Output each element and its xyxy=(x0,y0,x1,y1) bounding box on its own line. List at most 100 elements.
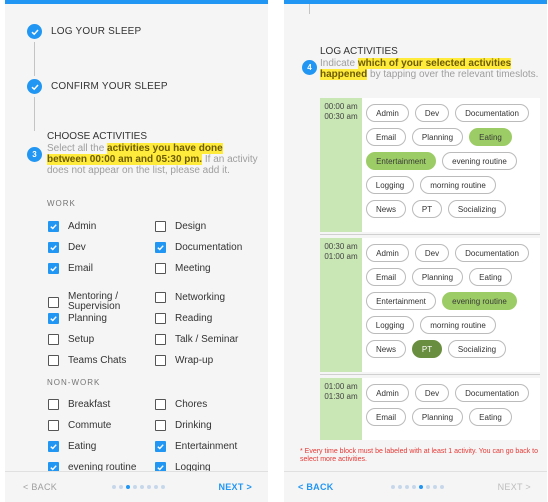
checkbox-checked-icon[interactable] xyxy=(48,441,59,452)
activity-checkbox-item[interactable]: Networking xyxy=(155,292,225,303)
activity-chip[interactable]: News xyxy=(366,340,406,358)
work-section-label: WORK xyxy=(47,199,76,208)
checkbox-unchecked-icon[interactable] xyxy=(155,355,166,366)
timeslot-start-time: 00:00 am xyxy=(324,102,358,111)
activity-chip[interactable]: Planning xyxy=(412,128,463,146)
activity-chip[interactable]: Socializing xyxy=(448,340,506,358)
timeslot-time-column: 01:00 am 01:30 am xyxy=(320,378,362,440)
activity-checkbox-item[interactable]: Wrap-up xyxy=(155,355,213,366)
instruction-text: Indicate xyxy=(320,58,358,69)
activity-chip[interactable]: morning routine xyxy=(420,176,496,194)
choose-activities-screen: LOG YOUR SLEEP CONFIRM YOUR SLEEP CHOOSE… xyxy=(5,0,268,502)
activity-chip[interactable]: morning routine xyxy=(420,316,496,334)
activity-checkbox-item[interactable]: Planning xyxy=(48,313,107,324)
back-button[interactable]: < BACK xyxy=(23,482,57,492)
activity-chip[interactable]: Email xyxy=(366,128,406,146)
checkbox-unchecked-icon[interactable] xyxy=(155,221,166,232)
checkbox-unchecked-icon[interactable] xyxy=(155,313,166,324)
checkbox-unchecked-icon[interactable] xyxy=(155,399,166,410)
activity-checkbox-item[interactable]: Commute xyxy=(48,420,111,431)
activity-checkbox-item[interactable]: Dev xyxy=(48,242,86,253)
activity-chip[interactable]: Email xyxy=(366,408,406,426)
checkbox-checked-icon[interactable] xyxy=(155,242,166,253)
progress-dot xyxy=(405,485,409,489)
checkbox-label: Talk / Seminar xyxy=(175,333,239,345)
activity-checkbox-item[interactable]: Setup xyxy=(48,334,94,345)
activity-chip[interactable]: Logging xyxy=(366,176,414,194)
activity-chip[interactable]: Documentation xyxy=(455,104,529,122)
checkbox-checked-icon[interactable] xyxy=(48,263,59,274)
checkbox-unchecked-icon[interactable] xyxy=(48,399,59,410)
activity-checkbox-item[interactable]: Entertainment xyxy=(155,441,237,452)
activity-checkbox-item[interactable]: Design xyxy=(155,221,206,232)
activity-chip[interactable]: Admin xyxy=(366,384,409,402)
checkbox-label: Mentoring / Supervision xyxy=(68,291,121,312)
activity-chip[interactable]: Entertainment xyxy=(366,152,436,170)
activity-chip[interactable]: Planning xyxy=(412,268,463,286)
checkbox-label: Email xyxy=(68,262,94,274)
activity-chip[interactable]: Logging xyxy=(366,316,414,334)
next-button[interactable]: NEXT > xyxy=(218,482,252,492)
activity-chip[interactable]: Socializing xyxy=(448,200,506,218)
progress-dot xyxy=(398,485,402,489)
timeslot-time-column: 00:00 am 00:30 am xyxy=(320,98,362,232)
check-circle-icon xyxy=(27,79,42,94)
activity-checkbox-item[interactable]: Talk / Seminar xyxy=(155,334,238,345)
activity-checkbox-item[interactable]: Drinking xyxy=(155,420,212,431)
back-button[interactable]: < BACK xyxy=(298,482,334,492)
checkbox-checked-icon[interactable] xyxy=(48,242,59,253)
timeslot-block: 00:00 am 00:30 am Admin Dev Documentation Ema… xyxy=(320,98,540,232)
activity-chip[interactable]: Admin xyxy=(366,244,409,262)
step-confirm-sleep[interactable]: CONFIRM YOUR SLEEP xyxy=(27,79,168,94)
checkbox-label: Admin xyxy=(68,220,97,232)
step-log-sleep[interactable]: LOG YOUR SLEEP xyxy=(27,24,141,39)
activity-checkbox-item[interactable]: Eating xyxy=(48,441,96,452)
activity-chip[interactable]: Eating xyxy=(469,268,512,286)
checkbox-checked-icon[interactable] xyxy=(48,221,59,232)
checkbox-unchecked-icon[interactable] xyxy=(155,292,166,303)
checkbox-unchecked-icon[interactable] xyxy=(48,355,59,366)
activity-checkbox-item[interactable]: Documentation xyxy=(155,242,242,253)
activity-chip[interactable]: Eating xyxy=(469,408,512,426)
checkbox-unchecked-icon[interactable] xyxy=(48,420,59,431)
activity-chip[interactable]: Entertainment xyxy=(366,292,436,310)
checkbox-unchecked-icon[interactable] xyxy=(155,263,166,274)
activity-chip[interactable]: Eating xyxy=(469,128,512,146)
next-button[interactable]: NEXT > xyxy=(498,482,531,492)
activity-chip[interactable]: Dev xyxy=(415,104,449,122)
activity-chip[interactable]: PT xyxy=(412,340,442,358)
activity-checkbox-item[interactable]: Breakfast xyxy=(48,399,110,410)
checkbox-label: Setup xyxy=(68,333,95,345)
checkbox-checked-icon[interactable] xyxy=(48,313,59,324)
checkbox-unchecked-icon[interactable] xyxy=(155,420,166,431)
checkbox-unchecked-icon[interactable] xyxy=(48,296,59,308)
activity-checkbox-item[interactable]: Admin xyxy=(48,221,96,232)
activity-chip[interactable]: Email xyxy=(366,268,406,286)
activity-checkbox-item[interactable]: Reading xyxy=(155,313,212,324)
activity-chip[interactable]: Admin xyxy=(366,104,409,122)
timeslot-start-time: 01:00 am xyxy=(324,382,358,391)
checkbox-unchecked-icon[interactable] xyxy=(155,334,166,345)
activity-chip[interactable]: Dev xyxy=(415,384,449,402)
timeslot-start-time: 00:30 am xyxy=(324,242,358,251)
activity-chip[interactable]: News xyxy=(366,200,406,218)
activity-chip[interactable]: Documentation xyxy=(455,244,529,262)
activity-chip[interactable]: Dev xyxy=(415,244,449,262)
checkbox-label: Planning xyxy=(68,312,107,324)
activity-checkbox-item[interactable]: Meeting xyxy=(155,263,211,274)
checkbox-unchecked-icon[interactable] xyxy=(48,334,59,345)
activity-checkbox-item[interactable]: Teams Chats xyxy=(48,355,126,366)
activity-checkbox-item[interactable]: Mentoring / Supervision xyxy=(48,292,143,312)
activity-chip[interactable]: Documentation xyxy=(455,384,529,402)
checkbox-label: Design xyxy=(175,220,207,232)
checkbox-checked-icon[interactable] xyxy=(155,441,166,452)
checkbox-label: Dev xyxy=(68,241,86,253)
activity-chip[interactable]: evening routine xyxy=(442,292,517,310)
activity-chip[interactable]: PT xyxy=(412,200,442,218)
activity-checkbox-item[interactable]: Chores xyxy=(155,399,207,410)
activity-chip[interactable]: Planning xyxy=(412,408,463,426)
activity-checkbox-item[interactable]: Email xyxy=(48,263,93,274)
progress-dot xyxy=(140,485,144,489)
progress-dot xyxy=(147,485,151,489)
activity-chip[interactable]: evening routine xyxy=(442,152,517,170)
